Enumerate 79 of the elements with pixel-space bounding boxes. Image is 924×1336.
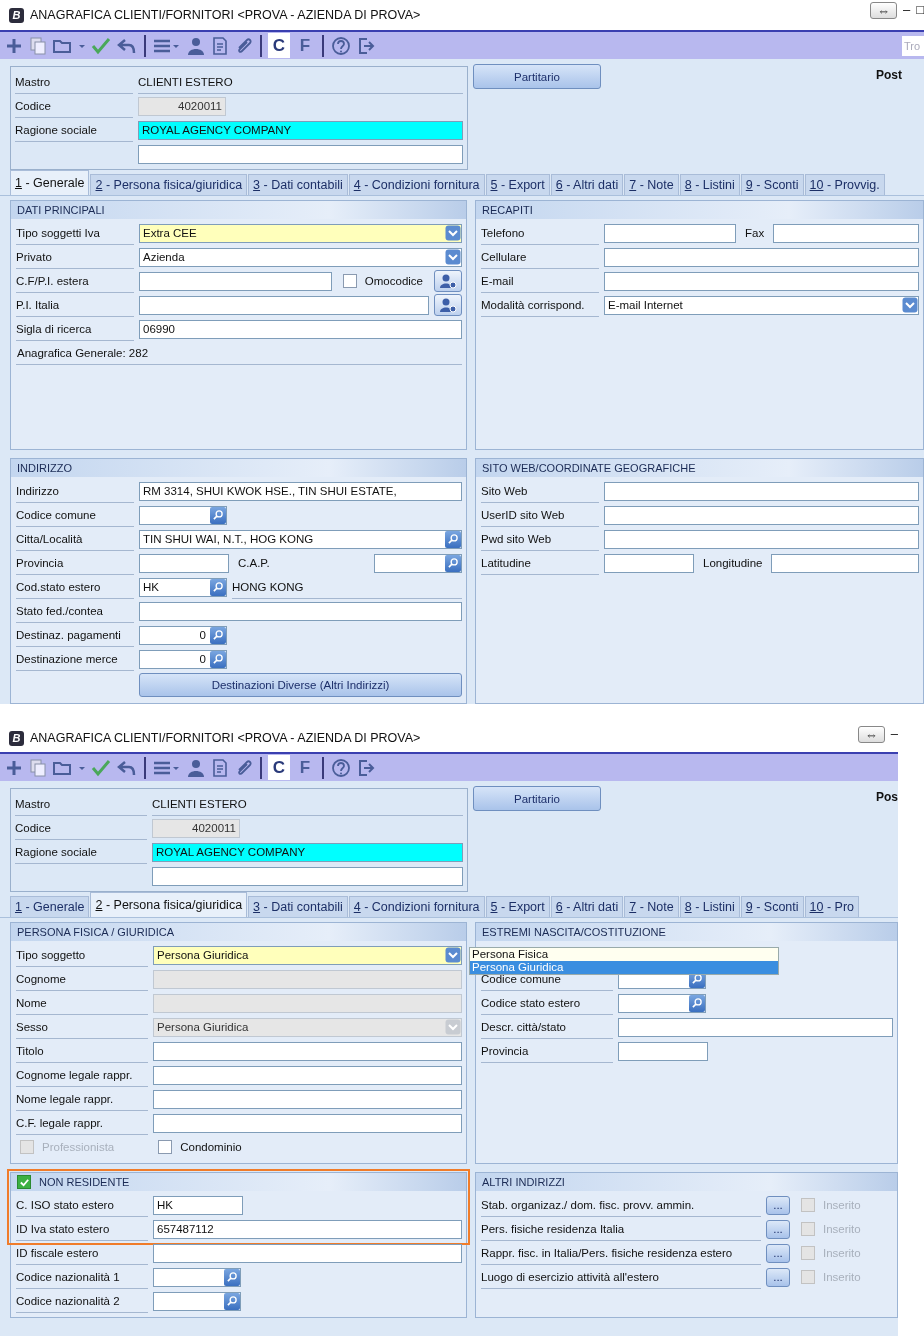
field-label: Codice nazionalità 2: [16, 1289, 148, 1313]
field-label: C. ISO stato estero: [16, 1193, 148, 1217]
field-label: Codice: [15, 816, 147, 840]
field-label: Descr. città/stato: [481, 1015, 613, 1039]
field-label: Provincia: [481, 1039, 613, 1063]
field-label: Codice: [15, 94, 133, 118]
field-label: Pwd sito Web: [481, 527, 599, 551]
section-title: RECAPITI: [482, 204, 533, 216]
field-label: Stab. organizaz./ dom. fisc. provv. ammin.: [481, 1193, 761, 1217]
field-label: Mastro: [15, 70, 133, 94]
checkbox-label: Inserito: [823, 1223, 861, 1235]
field-label: Codice stato estero: [481, 991, 613, 1015]
field-label: Ragione sociale: [15, 118, 133, 142]
field-label: Privato: [16, 245, 134, 269]
app-logo: B: [9, 7, 24, 23]
section-title: PERSONA FISICA / GIURIDICA: [17, 926, 175, 938]
field-label: Cod.stato estero: [16, 575, 134, 599]
window-title: ANAGRAFICA CLIENTI/FORNITORI <PROVA - AZIENDA DI PROVA>: [30, 8, 421, 22]
field-label: Cellulare: [481, 245, 599, 269]
checkbox-label: Inserito: [823, 1199, 861, 1211]
field-label: Titolo: [16, 1039, 148, 1063]
field-label: Pers. fisiche residenza Italia: [481, 1217, 761, 1241]
section-title: SITO WEB/COORDINATE GEOGRAFICHE: [482, 462, 696, 474]
field-label: C.A.P.: [237, 557, 271, 569]
info-text: Anagrafica Generale: 282: [16, 341, 462, 365]
checkbox-label: Omocodice: [364, 275, 423, 287]
field-label: Longitudine: [702, 557, 764, 569]
field-label: P.I. Italia: [16, 293, 134, 317]
checkbox-label: Condominio: [180, 1141, 242, 1153]
value-text: CLIENTI ESTERO: [152, 792, 463, 816]
field-label: Mastro: [15, 792, 147, 816]
field-label: ID Iva stato estero: [16, 1217, 148, 1241]
field-label: Nome: [16, 991, 148, 1015]
post-label: Post: [876, 68, 902, 82]
section-title: ESTREMI NASCITA/COSTITUZIONE: [482, 926, 666, 938]
field-label: Sigla di ricerca: [16, 317, 134, 341]
field-label: Latitudine: [481, 551, 599, 575]
section-title: ALTRI INDIRIZZI: [482, 1176, 565, 1188]
field-label: Tipo soggetto: [16, 943, 148, 967]
field-label: Telefono: [481, 221, 599, 245]
field-label: C.F/P.I. estera: [16, 269, 134, 293]
field-label: Sito Web: [481, 479, 599, 503]
value-text: CLIENTI ESTERO: [138, 70, 463, 94]
field-label: Cognome: [16, 967, 148, 991]
field-label: UserID sito Web: [481, 503, 599, 527]
field-label: C.F. legale rappr.: [16, 1111, 148, 1135]
field-label: Indirizzo: [16, 479, 134, 503]
field-label: Codice nazionalità 1: [16, 1265, 148, 1289]
field-label: Modalità corrispond.: [481, 293, 599, 317]
field-value: TIN SHUI WAI, N.T., HOG KONG: [143, 533, 315, 545]
field-label: ID fiscale estero: [16, 1241, 148, 1265]
field-label: E-mail: [481, 269, 599, 293]
section-title: DATI PRINCIPALI: [17, 204, 105, 216]
field-label: Citta/Località: [16, 527, 134, 551]
value-text: HONG KONG: [232, 575, 462, 599]
app-logo: B: [9, 730, 24, 746]
field-value: 0: [198, 653, 207, 665]
field-label: Luogo di esercizio attività all'estero: [481, 1265, 761, 1289]
post-label: Pos: [876, 790, 898, 804]
field-label: Nome legale rappr.: [16, 1087, 148, 1111]
field-label: Stato fed./contea: [16, 599, 134, 623]
field-label: Provincia: [16, 551, 134, 575]
checkbox-label: Inserito: [823, 1247, 861, 1259]
field-label: Tipo soggetti Iva: [16, 221, 134, 245]
section-title: INDIRIZZO: [17, 462, 72, 474]
field-label: Sesso: [16, 1015, 148, 1039]
window-title: ANAGRAFICA CLIENTI/FORNITORI <PROVA - AZIENDA DI PROVA>: [30, 731, 421, 745]
section-title: NON RESIDENTE: [39, 1176, 130, 1188]
field-label: Rappr. fisc. in Italia/Pers. fisiche residenza estero: [481, 1241, 761, 1265]
field-label: Fax: [744, 227, 766, 239]
field-label: Cognome legale rappr.: [16, 1063, 148, 1087]
field-label: Ragione sociale: [15, 840, 147, 864]
checkbox-label: Professionista: [42, 1141, 115, 1153]
field-label: Destinazione merce: [16, 647, 134, 671]
checkbox-label: Inserito: [823, 1271, 861, 1283]
field-value: HK: [143, 581, 160, 593]
field-label: Destinaz. pagamenti: [16, 623, 134, 647]
field-label: Codice comune: [16, 503, 134, 527]
field-value: 0: [198, 629, 207, 641]
